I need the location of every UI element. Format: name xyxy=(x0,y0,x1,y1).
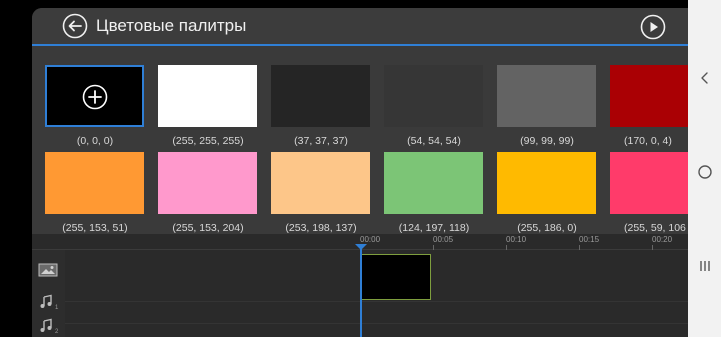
system-home-button[interactable] xyxy=(688,152,721,192)
palette-grid: (0, 0, 0) (255, 255, 255) (37, 37, 37) (… xyxy=(32,46,688,234)
palette-swatch[interactable] xyxy=(45,65,144,127)
tick-label: 00:20 xyxy=(652,235,673,244)
recents-lines-icon xyxy=(699,261,710,271)
playhead[interactable] xyxy=(360,244,362,337)
back-arrow-circle-icon[interactable] xyxy=(62,13,88,39)
palette-swatch[interactable] xyxy=(384,65,483,127)
tick-label: 00:05 xyxy=(433,235,454,244)
play-circle-icon[interactable] xyxy=(640,14,666,40)
palette-label: (255, 153, 51) xyxy=(62,222,128,234)
palette-label: (255, 255, 255) xyxy=(172,135,244,147)
system-nav-bar xyxy=(688,0,721,337)
palette-swatch[interactable] xyxy=(45,152,144,214)
palette-label: (0, 0, 0) xyxy=(76,135,114,147)
palette-swatch[interactable] xyxy=(610,65,688,127)
music-track-row[interactable] xyxy=(65,302,688,324)
add-circle-icon[interactable] xyxy=(82,84,108,110)
palette-label: (124, 197, 118) xyxy=(398,222,470,234)
music-track-row[interactable] xyxy=(65,324,688,337)
palette-label: (54, 54, 54) xyxy=(407,135,461,147)
palette-label: (255, 153, 204) xyxy=(172,222,244,234)
track-index: 1 xyxy=(55,305,59,311)
palette-swatch[interactable] xyxy=(497,152,596,214)
timeline-panel[interactable]: 00:00 00:05 00:10 00:15 00:20 1 2 xyxy=(32,234,688,337)
track-index: 2 xyxy=(55,329,59,335)
palette-label: (253, 198, 137) xyxy=(285,222,357,234)
palette-swatch[interactable] xyxy=(271,65,370,127)
home-circle-icon xyxy=(697,165,712,179)
tick-label: 00:15 xyxy=(579,235,600,244)
palette-swatch[interactable] xyxy=(610,152,688,214)
page-title: Цветовые палитры xyxy=(96,16,247,35)
palette-swatch[interactable] xyxy=(271,152,370,214)
header-bar: Цветовые палитры xyxy=(32,8,688,46)
timeline-clip[interactable] xyxy=(361,254,431,300)
playhead-handle[interactable] xyxy=(355,244,367,250)
image-track-icon[interactable] xyxy=(38,262,58,278)
palette-label: (99, 99, 99) xyxy=(520,135,574,147)
palette-label: (255, 59, 106 xyxy=(624,222,686,234)
tick-label: 00:10 xyxy=(506,235,527,244)
palette-label: (255, 186, 0) xyxy=(517,222,577,234)
track-header-column: 1 2 xyxy=(32,250,65,337)
chevron-left-icon xyxy=(700,72,708,84)
palette-swatch[interactable] xyxy=(497,65,596,127)
app-window: Цветовые палитры (0, 0, 0) (255, 255, 25… xyxy=(32,8,688,337)
palette-label: (37, 37, 37) xyxy=(294,135,348,147)
palette-swatch[interactable] xyxy=(158,152,257,214)
tick-label: 00:00 xyxy=(360,235,381,244)
system-back-button[interactable] xyxy=(688,58,721,98)
palette-swatch[interactable] xyxy=(384,152,483,214)
palette-label: (170, 0, 4) xyxy=(624,135,672,147)
system-recents-button[interactable] xyxy=(688,246,721,286)
palette-swatch[interactable] xyxy=(158,65,257,127)
